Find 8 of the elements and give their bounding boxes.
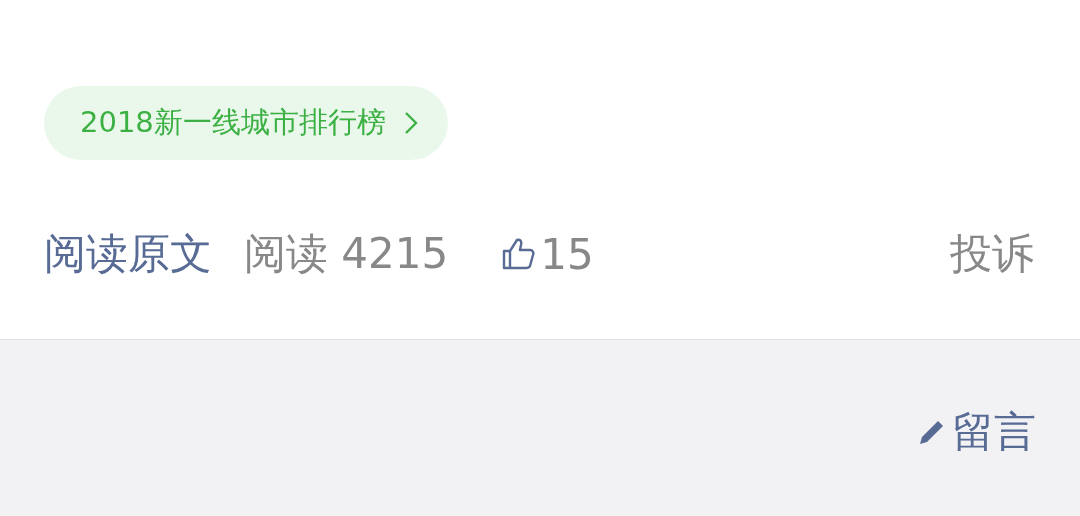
read-original-link[interactable]: 阅读原文 — [44, 226, 212, 282]
thumbs-up-icon — [500, 236, 537, 272]
read-count: 阅读 4215 — [244, 228, 449, 280]
topic-tag[interactable]: 2018新一线城市排行榜 — [44, 86, 448, 160]
like-button[interactable]: 15 — [500, 229, 594, 279]
report-link[interactable]: 投诉 — [950, 226, 1034, 282]
chevron-right-icon — [403, 111, 418, 135]
comment-button[interactable]: 留言 — [916, 404, 1036, 460]
